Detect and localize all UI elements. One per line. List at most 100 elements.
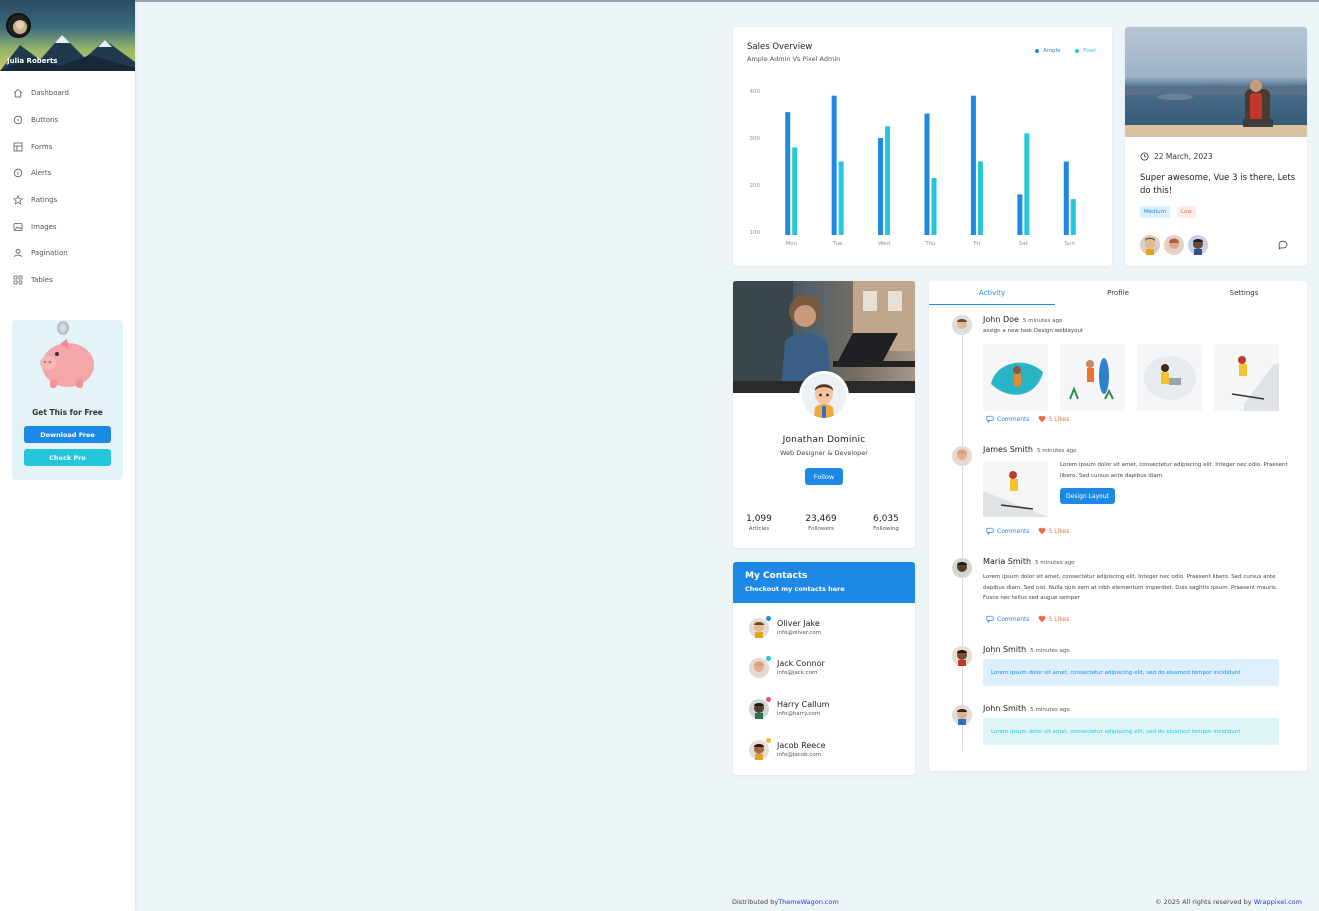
stat-following: 6,035 Following	[866, 514, 906, 532]
tab-activity[interactable]: Activity	[929, 281, 1055, 305]
blog-image	[1125, 27, 1307, 137]
bar-pixel-wed[interactable]	[885, 126, 891, 235]
bar-pixel-fri[interactable]	[977, 161, 983, 236]
x-tick-label: Sun	[1065, 241, 1076, 247]
timeline-avatar	[952, 315, 972, 335]
comments-link[interactable]: Comments	[986, 615, 1030, 623]
tag-medium: Medium	[1140, 206, 1170, 218]
footer-copyright: © 2025 All rights reserved by Wrappixel.…	[1155, 898, 1302, 906]
stat-label: Following	[873, 526, 899, 532]
blog-text: Super awesome, Vue 3 is there, Lets do t…	[1140, 173, 1296, 196]
comments-link[interactable]: Comments	[986, 415, 1030, 423]
comments-link[interactable]: Comments	[986, 527, 1030, 535]
sidebar-item-pagination[interactable]: Pagination	[0, 240, 135, 267]
bar-pixel-sun[interactable]	[1070, 199, 1076, 235]
wrappixel-link[interactable]: Wrappixel.com	[1254, 898, 1302, 906]
timeline-entry-header: John Smith 5 minutes ago	[983, 704, 1070, 713]
check-pro-button[interactable]: Check Pro	[24, 449, 111, 466]
timeline-note-cyan: Lorem ipsum dolor sit amet, consectetur …	[983, 718, 1279, 745]
stat-label: Followers	[808, 526, 834, 532]
sidebar-item-forms[interactable]: Forms	[0, 133, 135, 160]
activity-image-laptop[interactable]	[1137, 344, 1202, 411]
tag-low: Low	[1177, 206, 1196, 218]
sidebar-item-tables[interactable]: Tables	[0, 267, 135, 294]
comment-icon[interactable]	[1278, 240, 1288, 250]
contact-email: info@harry.com	[777, 711, 821, 717]
stat-followers: 23,469 Followers	[800, 514, 842, 532]
footer-prefix: Distributed by	[732, 898, 779, 906]
user-icon	[14, 249, 22, 258]
likes-label: 5 Likes	[1048, 527, 1070, 535]
activity-image-skier[interactable]	[1214, 344, 1279, 411]
likes-link[interactable]: 5 Likes	[1038, 615, 1070, 623]
timeline-name: John Smith	[983, 645, 1027, 654]
likes-label: 5 Likes	[1048, 615, 1070, 623]
timeline-time: 5 minutes ago	[1030, 707, 1070, 713]
contact-avatar	[749, 618, 769, 638]
bar-ample-sun[interactable]	[1063, 161, 1069, 236]
likes-link[interactable]: 5 Likes	[1038, 415, 1069, 423]
avatar	[1164, 235, 1184, 255]
bar-ample-thu[interactable]	[924, 113, 930, 235]
themewagon-link[interactable]: ThemeWagon.com	[778, 898, 839, 906]
activity-image-surfer[interactable]	[983, 344, 1048, 411]
timeline-line	[962, 331, 963, 751]
heart-icon	[1038, 527, 1045, 535]
contact-name: Harry Callum	[777, 700, 830, 709]
contact-item[interactable]: Jacob Reece info@jacob.com	[749, 738, 909, 764]
image-icon	[13, 222, 23, 231]
bar-ample-tue[interactable]	[831, 95, 837, 235]
status-dot	[766, 738, 771, 743]
clock-icon	[1140, 152, 1149, 161]
bar-ample-wed[interactable]	[878, 138, 884, 235]
bar-pixel-sat[interactable]	[1024, 133, 1030, 235]
contact-avatar	[749, 658, 769, 678]
bar-pixel-tue[interactable]	[838, 161, 844, 236]
tab-settings[interactable]: Settings	[1181, 281, 1307, 305]
design-layout-button[interactable]: Design Layout	[1060, 488, 1115, 504]
profile-banner: Julia Roberts	[0, 0, 135, 71]
sidebar-item-ratings[interactable]: Ratings	[0, 187, 135, 214]
promo-title: Get This for Free	[32, 408, 103, 417]
status-dot	[766, 697, 771, 702]
sidebar-item-label: Dashboard	[31, 89, 69, 98]
bar-pixel-mon[interactable]	[792, 147, 798, 235]
user-avatar[interactable]	[6, 13, 31, 38]
sidebar-item-alerts[interactable]: Alerts	[0, 160, 135, 187]
contact-item[interactable]: Harry Callum info@harry.com	[749, 697, 909, 723]
sidebar-item-images[interactable]: Images	[0, 213, 135, 240]
heart-icon	[1038, 615, 1045, 623]
contact-item[interactable]: Jack Connor info@jack.com	[749, 656, 909, 682]
contact-avatar	[749, 699, 769, 719]
timeline-entry-header: John Doe 5 minutes ago	[983, 315, 1062, 324]
timeline-text: Lorem ipsum dolor sit amet, consectetur …	[1060, 462, 1288, 479]
sidebar-item-dashboard[interactable]: Dashboard	[0, 80, 135, 107]
timeline-time: 5 minutes ago	[1037, 448, 1077, 454]
activity-image-skier[interactable]	[983, 461, 1048, 517]
profile-avatar	[799, 371, 849, 421]
activity-image-beach[interactable]	[1060, 344, 1125, 411]
tab-profile[interactable]: Profile	[1055, 281, 1181, 305]
sidebar-item-label: Alerts	[31, 169, 52, 178]
sidebar-item-label: Buttons	[31, 116, 59, 125]
comments-label: Comments	[997, 527, 1030, 535]
timeline-avatar	[952, 646, 972, 666]
timeline-time: 5 minutes ago	[1022, 318, 1063, 324]
likes-link[interactable]: 5 Likes	[1038, 527, 1070, 535]
user-name: Julia Roberts	[7, 57, 58, 65]
sidebar-item-buttons[interactable]: Buttons	[0, 107, 135, 134]
profile-card: Jonathan Dominic Web Designer & Develope…	[733, 281, 915, 548]
follow-button[interactable]: Follow	[805, 468, 843, 485]
contact-item[interactable]: Oliver Jake info@oliver.com	[749, 616, 909, 642]
bar-pixel-thu[interactable]	[931, 177, 937, 235]
bar-ample-mon[interactable]	[785, 112, 791, 235]
timeline-actions: Comments 5 Likes	[986, 615, 1077, 623]
bar-ample-fri[interactable]	[970, 95, 976, 235]
y-tick-label: 300	[750, 136, 761, 142]
profile-name: Jonathan Dominic	[782, 435, 866, 445]
download-free-button[interactable]: Download Free	[24, 426, 111, 443]
timeline-time: 5 minutes ago	[1035, 560, 1075, 566]
bar-ample-sat[interactable]	[1017, 194, 1023, 235]
contact-avatar	[749, 740, 769, 760]
timeline-avatar	[952, 558, 972, 578]
